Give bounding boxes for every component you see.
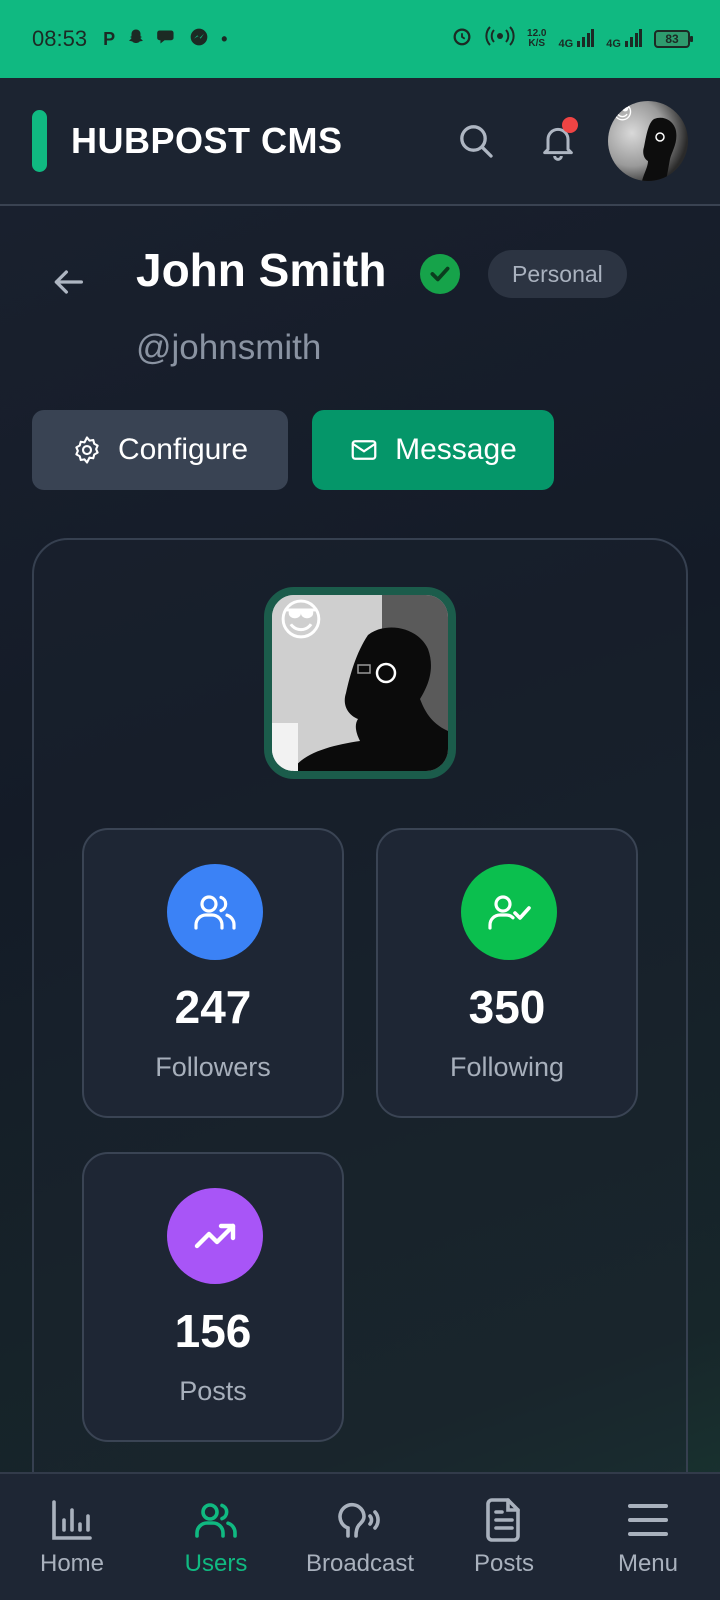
nav-users-label: Users xyxy=(184,1550,248,1577)
users-icon xyxy=(195,1503,237,1538)
bar-chart-icon xyxy=(52,1500,92,1540)
notification-dot xyxy=(562,117,578,133)
profile-handle: @johnsmith xyxy=(136,328,322,367)
back-button[interactable] xyxy=(48,262,88,302)
account-type-badge: Personal xyxy=(488,250,627,298)
profile-name: John Smith xyxy=(136,244,387,296)
app-header: HUBPOST CMS 😎 xyxy=(0,78,720,206)
profile-photo: 😎 xyxy=(264,587,456,779)
verified-check-icon xyxy=(420,254,460,294)
nav-broadcast[interactable]: Broadcast xyxy=(290,1496,430,1578)
notifications-button[interactable] xyxy=(528,111,588,171)
chat-icon xyxy=(157,28,177,51)
app-title: HUBPOST CMS xyxy=(71,120,343,161)
document-icon xyxy=(486,1498,520,1542)
configure-button[interactable]: Configure xyxy=(32,410,288,490)
gear-icon xyxy=(75,436,99,464)
users-icon xyxy=(167,864,263,960)
sunglasses-emoji: 😎 xyxy=(612,102,633,124)
following-label: Following xyxy=(449,1052,565,1082)
posts-stat[interactable]: 156 Posts xyxy=(82,1152,344,1442)
nav-menu-label: Menu xyxy=(617,1550,679,1577)
nav-users[interactable]: Users xyxy=(146,1496,286,1578)
alarm-icon xyxy=(451,25,473,53)
nav-broadcast-label: Broadcast xyxy=(305,1550,415,1577)
dot-icon: • xyxy=(221,28,228,49)
brand-accent-bar xyxy=(32,110,47,172)
trending-up-icon xyxy=(167,1188,263,1284)
followers-stat[interactable]: 247 Followers xyxy=(82,828,344,1118)
message-button[interactable]: Message xyxy=(312,410,554,490)
following-count: 350 xyxy=(468,981,546,1033)
broadcast-icon xyxy=(338,1502,380,1538)
menu-icon xyxy=(628,1504,668,1536)
hotspot-icon xyxy=(485,25,515,53)
battery-icon: 83 xyxy=(654,30,693,48)
posts-count: 156 xyxy=(174,1305,252,1357)
network-speed: 12.0 K/S xyxy=(527,28,547,49)
sunglasses-emoji: 😎 xyxy=(278,596,324,645)
messenger-icon xyxy=(189,27,209,52)
snapchat-icon xyxy=(127,28,145,51)
message-label: Message xyxy=(395,433,517,466)
user-avatar-button[interactable]: 😎 xyxy=(608,101,688,181)
signal-2: 4G xyxy=(606,28,642,50)
status-time: 08:53 xyxy=(32,26,88,51)
bottom-navigation: Home Users Broadcast Posts Menu xyxy=(0,1472,720,1600)
nav-home[interactable]: Home xyxy=(2,1496,142,1578)
search-icon xyxy=(460,125,493,158)
battery-level: 83 xyxy=(665,32,679,46)
posts-label: Posts xyxy=(179,1376,247,1406)
followers-count: 247 xyxy=(174,981,252,1033)
following-stat[interactable]: 350 Following xyxy=(376,828,638,1118)
arrow-left-icon xyxy=(54,270,84,294)
nav-posts-label: Posts xyxy=(473,1550,535,1577)
search-button[interactable] xyxy=(446,111,506,171)
nav-home-label: Home xyxy=(39,1550,105,1577)
mail-icon xyxy=(351,440,377,460)
user-check-icon xyxy=(461,864,557,960)
p-icon: P xyxy=(103,28,116,49)
followers-label: Followers xyxy=(155,1052,271,1082)
nav-menu[interactable]: Menu xyxy=(578,1496,718,1578)
signal-1: 4G xyxy=(559,28,595,50)
nav-posts[interactable]: Posts xyxy=(434,1496,574,1578)
configure-label: Configure xyxy=(117,433,249,466)
status-bar: 08:53 P • 12.0 K/S 4G 4G 83 xyxy=(0,0,720,78)
